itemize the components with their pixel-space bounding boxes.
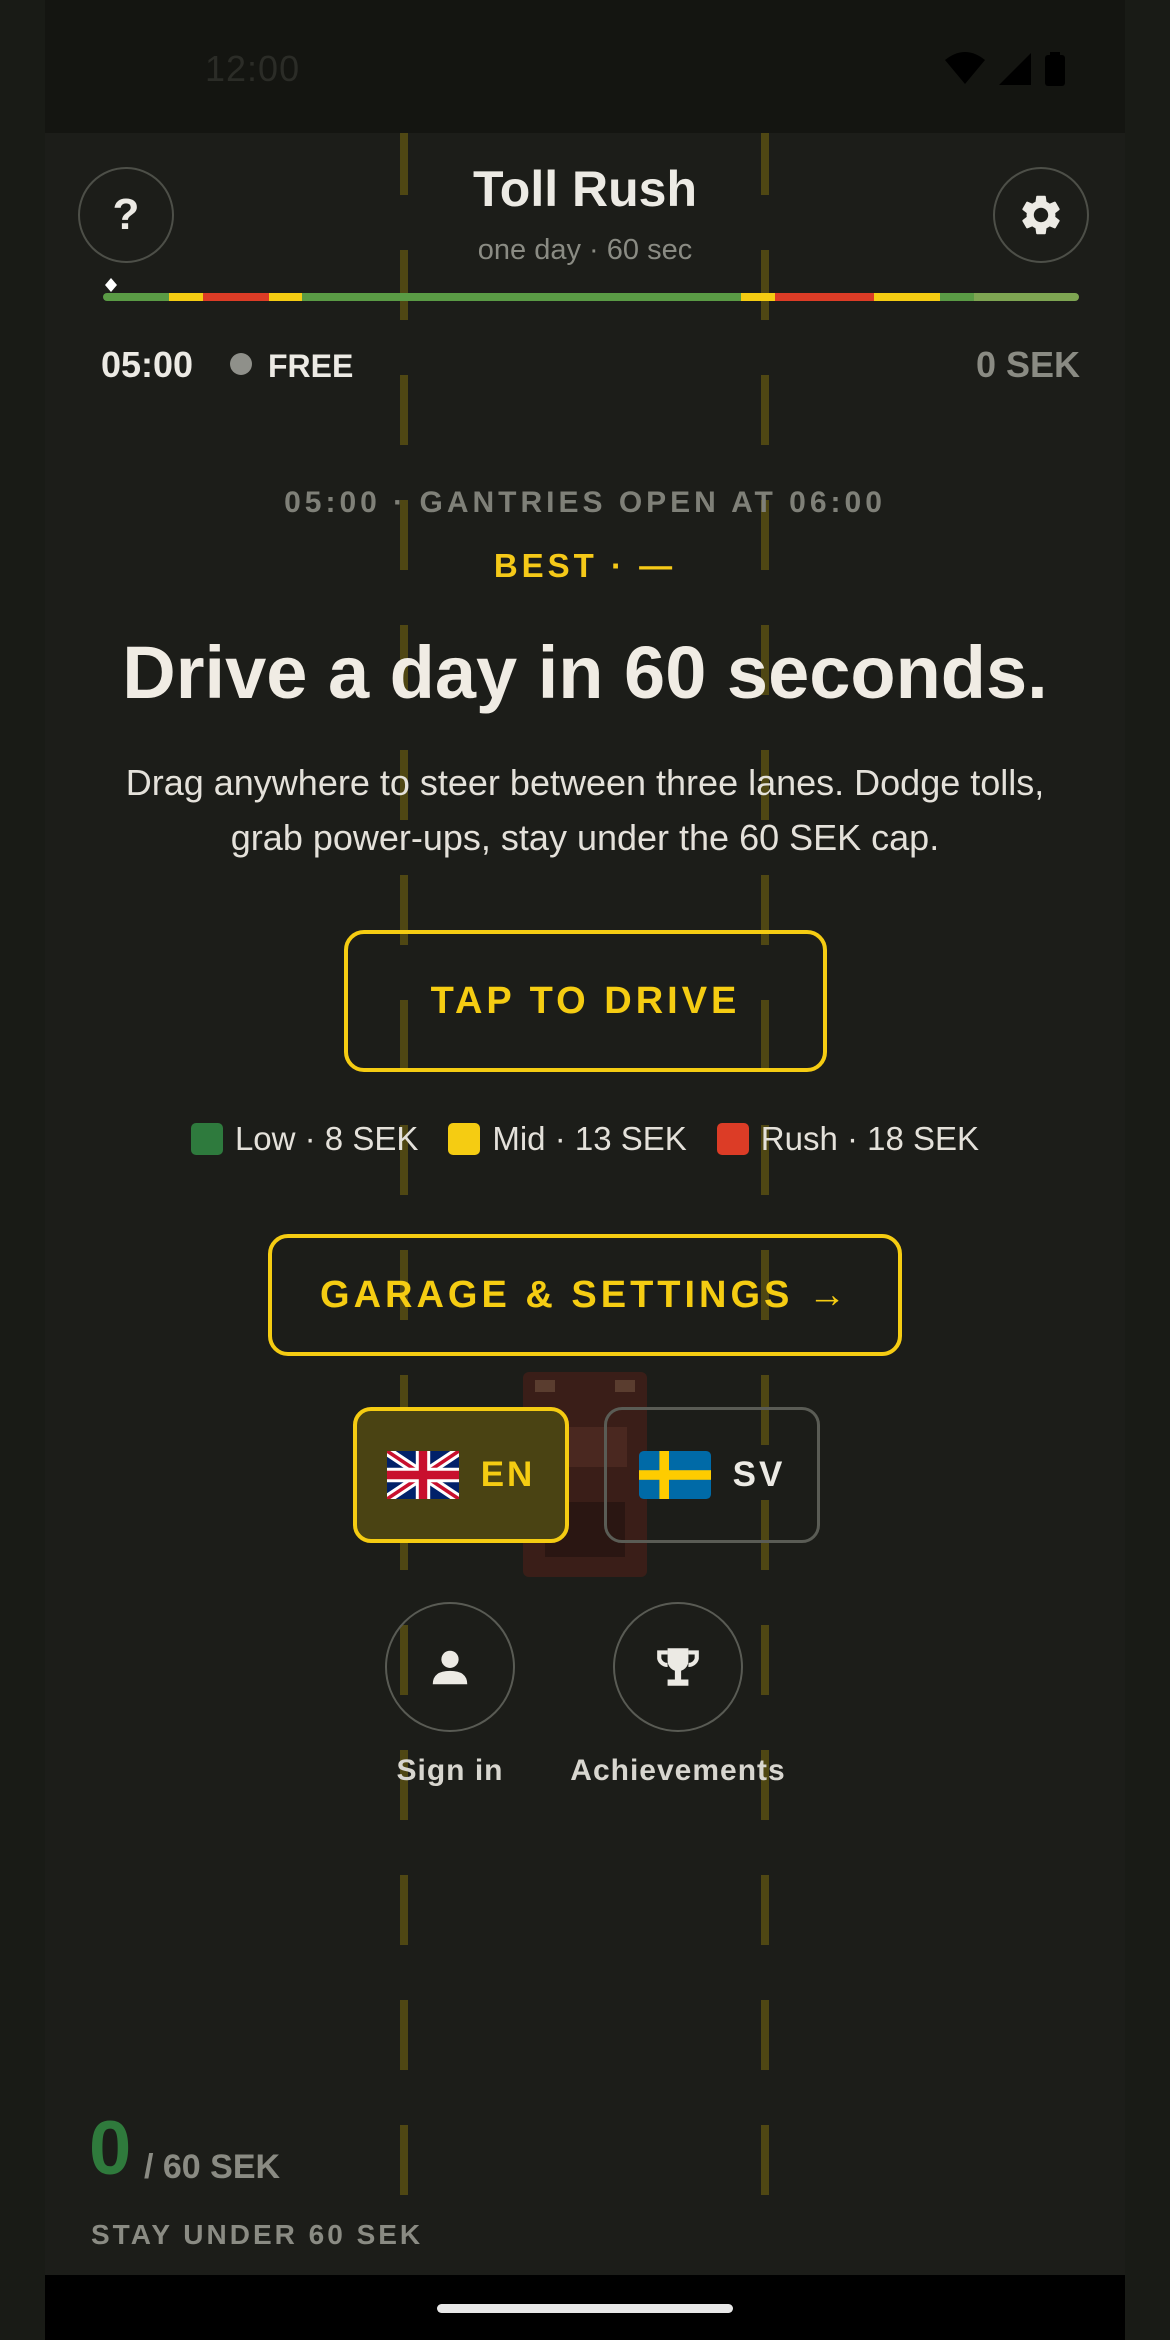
achievements-button[interactable] [613,1602,743,1732]
gantry-note: 05:00 · GANTRIES OPEN AT 06:00 [284,486,886,519]
legend-label-rush: Rush · 18 SEK [760,1120,980,1157]
signal-icon [999,53,1031,85]
timeline-segment-mid [741,293,775,301]
garage-button-label: GARAGE & SETTINGS → [320,1273,850,1316]
trophy-icon [657,1648,699,1686]
timeline-segment-low [103,293,170,301]
day-timeline [103,293,1079,301]
home-handle[interactable] [437,2304,733,2313]
status-icons [945,52,1065,86]
drive-button-label: TAP TO DRIVE [430,979,741,1022]
legend-item-rush: Rush · 18 SEK [716,1120,980,1158]
legend-label-mid: Mid · 13 SEK [492,1120,687,1157]
language-en-button[interactable]: EN [353,1407,569,1543]
legend-item-low: Low · 8 SEK [190,1120,419,1158]
timeline-segment-low [940,293,974,301]
score-value: 0 [89,2106,132,2191]
toll-tier-label: FREE [268,348,354,384]
timeline-segment-mid [268,293,303,301]
settings-button[interactable] [993,167,1089,263]
person-icon [432,1650,468,1685]
timeline-segment-mid [874,293,941,301]
legend-swatch-rush [716,1123,749,1155]
lane-dash [400,2000,408,2070]
gear-icon [1022,195,1060,235]
lane-dash [400,375,408,445]
battery-icon [1045,52,1065,86]
clock-display: 05:00 [101,344,194,385]
legend-swatch-low [190,1123,223,1155]
timeline-segment-mid [169,293,203,301]
headline: Drive a day in 60 seconds. [122,631,1048,714]
lane-dash [761,2000,769,2070]
lane-dash [400,2125,408,2195]
sign-in-button[interactable] [385,1602,515,1732]
tier-indicator-dot [230,353,252,375]
game-subtitle: one day · 60 sec [477,234,693,266]
sweden-flag-icon [638,1451,711,1499]
timeline-segment-rush [774,293,875,301]
tap-to-drive-button[interactable]: TAP TO DRIVE [344,930,827,1072]
timeline-segment-rush [202,293,269,301]
lane-dash [761,1875,769,1945]
lane-dash [761,375,769,445]
lane-dash [400,1875,408,1945]
language-en-label: EN [480,1455,536,1494]
legend-item-mid: Mid · 13 SEK [448,1120,687,1158]
timeline-marker-icon [105,278,117,292]
lane-dash [761,2125,769,2195]
lane-dash [761,1625,769,1695]
wifi-icon [945,52,985,84]
achievements-label: Achievements [570,1754,786,1787]
uk-flag-icon [386,1451,459,1499]
language-sv-label: SV [732,1455,786,1494]
status-time: 12:00 [205,48,301,89]
game-screen[interactable]: 12:00 ? Toll Rush one day · 60 sec 05:00… [0,0,1170,2340]
best-score: BEST · — [493,547,677,584]
garage-settings-button[interactable]: GARAGE & SETTINGS → [268,1234,902,1356]
instructions: Drag anywhere to steer between three lan… [125,762,1045,858]
score-cap: / 60 SEK [144,2148,281,2186]
timeline-segment-low [302,293,742,301]
legend-label-low: Low · 8 SEK [234,1120,419,1157]
toll-total: 0 SEK [975,344,1080,385]
legend-swatch-mid [448,1123,481,1155]
sign-in-label: Sign in [396,1754,504,1787]
toll-legend: Low · 8 SEK Mid · 13 SEK Rush · 18 SEK [0,1120,1170,1158]
goal-text: STAY UNDER 60 SEK [91,2219,424,2250]
timeline-segment-low2 [973,293,1079,301]
language-sv-button[interactable]: SV [604,1407,820,1543]
